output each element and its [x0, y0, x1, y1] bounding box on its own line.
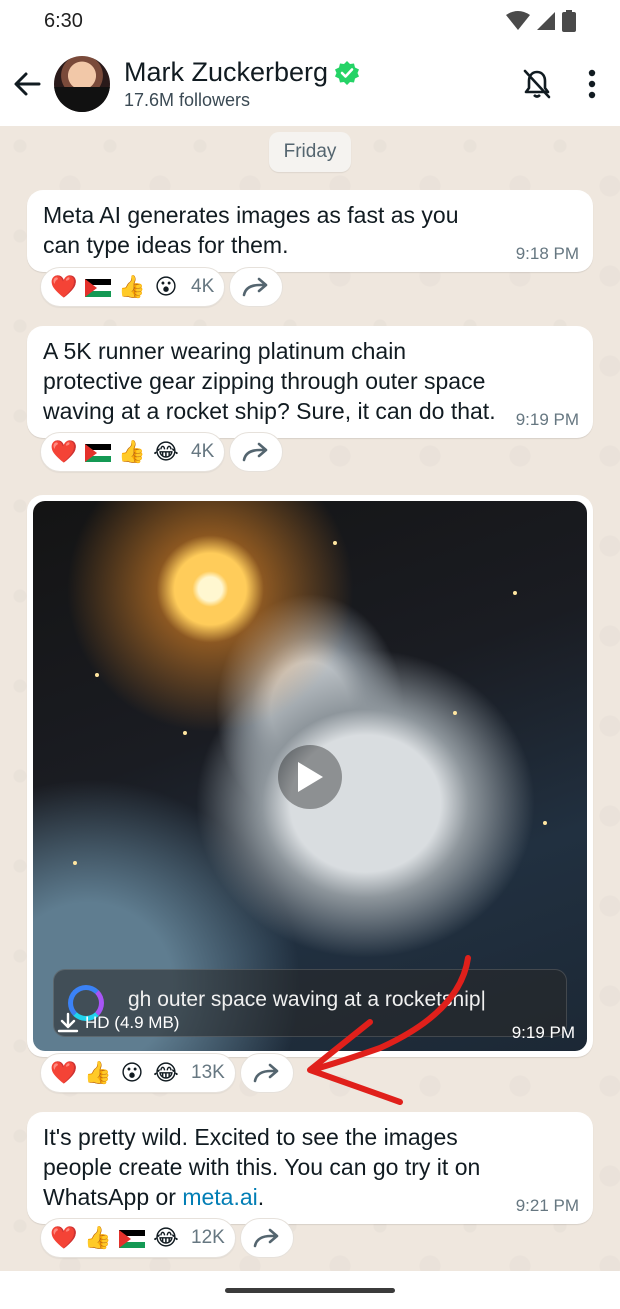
reactions-row: ❤️ 👍 😮 4K: [40, 267, 284, 307]
signal-icon: [537, 12, 555, 30]
forward-icon: [253, 1228, 279, 1248]
reactions-row: ❤️ 👍 😂 4K: [40, 432, 284, 472]
surprised-emoji-icon: 😮: [154, 274, 178, 299]
message-text: It's pretty wild. Excited to see the ima…: [43, 1122, 577, 1212]
forward-button[interactable]: [239, 1053, 294, 1093]
message-text: Meta AI generates images as fast as you …: [43, 202, 459, 258]
forward-button[interactable]: [229, 432, 284, 472]
message-bubble[interactable]: A 5K runner wearing platinum chain prote…: [27, 326, 593, 438]
star-decoration: [95, 673, 99, 677]
heart-emoji-icon: ❤️: [50, 274, 78, 299]
more-options-icon[interactable]: [588, 69, 596, 99]
channel-header: Mark Zuckerberg 17.6M followers: [0, 42, 620, 126]
heart-emoji-icon: ❤️: [50, 1225, 78, 1250]
message-time: 9:19 PM: [515, 410, 579, 429]
star-decoration: [73, 861, 77, 865]
channel-title-block[interactable]: Mark Zuckerberg 17.6M followers: [124, 57, 360, 111]
thumbs-up-emoji-icon: 👍: [84, 1225, 112, 1250]
forward-icon: [242, 277, 268, 297]
message-time: 9:18 PM: [515, 244, 579, 263]
laughing-emoji-icon: 😂: [153, 439, 179, 464]
reactions-pill[interactable]: ❤️ 👍 😂 12K: [40, 1218, 236, 1258]
annotation-arrow-icon: [307, 955, 471, 1105]
meta-ai-link[interactable]: meta.ai: [182, 1184, 257, 1210]
reaction-count: 4K: [191, 441, 215, 462]
message-bubble[interactable]: It's pretty wild. Excited to see the ima…: [27, 1112, 593, 1224]
reactions-row: ❤️ 👍 😮 😂 13K: [40, 1053, 294, 1093]
back-button[interactable]: [0, 54, 54, 114]
thumbs-up-emoji-icon: 👍: [118, 439, 146, 464]
channel-name: Mark Zuckerberg: [124, 57, 329, 87]
battery-icon: [562, 10, 576, 32]
message-text: A 5K runner wearing platinum chain prote…: [43, 338, 496, 424]
verified-badge-icon: [335, 60, 360, 85]
message-time: 9:19 PM: [511, 1023, 575, 1042]
header-actions: [522, 68, 596, 100]
thumbs-up-emoji-icon: 👍: [118, 274, 146, 299]
star-decoration: [513, 591, 517, 595]
play-button[interactable]: [278, 745, 342, 809]
reaction-count: 13K: [191, 1062, 225, 1083]
status-bar: 6:30: [0, 0, 620, 42]
heart-emoji-icon: ❤️: [50, 1060, 78, 1085]
forward-button[interactable]: [239, 1218, 294, 1258]
status-time: 6:30: [44, 9, 83, 32]
surprised-emoji-icon: 😮: [120, 1060, 144, 1085]
star-decoration: [183, 731, 187, 735]
reactions-pill[interactable]: ❤️ 👍 😂 4K: [40, 432, 226, 472]
laughing-emoji-icon: 😂: [153, 1225, 179, 1250]
home-indicator[interactable]: [225, 1287, 395, 1293]
channel-avatar[interactable]: [54, 56, 110, 112]
wifi-icon: [506, 11, 530, 30]
star-decoration: [453, 711, 457, 715]
forward-button[interactable]: [229, 267, 284, 307]
thumbs-up-emoji-icon: 👍: [84, 1060, 112, 1085]
download-hd-button[interactable]: HD (4.9 MB): [57, 1012, 179, 1034]
mute-bell-icon[interactable]: [522, 68, 552, 100]
reaction-count: 4K: [191, 276, 215, 297]
media-size: HD (4.9 MB): [85, 1013, 180, 1032]
reactions-pill[interactable]: ❤️ 👍 😮 4K: [40, 267, 226, 307]
reactions-pill[interactable]: ❤️ 👍 😮 😂 13K: [40, 1053, 236, 1093]
download-icon: [57, 1012, 79, 1033]
message-bubble[interactable]: Meta AI generates images as fast as you …: [27, 190, 593, 272]
reactions-row: ❤️ 👍 😂 12K: [40, 1218, 294, 1258]
forward-icon: [242, 442, 268, 462]
play-icon: [298, 762, 323, 792]
palestine-flag-icon: [117, 1226, 147, 1250]
chat-area[interactable]: Friday Meta AI generates images as fast …: [0, 126, 620, 1271]
message-time: 9:21 PM: [515, 1196, 579, 1215]
arrow-left-icon: [14, 72, 41, 96]
heart-emoji-icon: ❤️: [50, 439, 78, 464]
reaction-count: 12K: [191, 1227, 225, 1248]
status-icons: [506, 10, 576, 32]
follower-count: 17.6M followers: [124, 90, 251, 110]
palestine-flag-icon: [83, 275, 113, 299]
star-decoration: [333, 541, 337, 545]
message-text-part: .: [257, 1184, 265, 1210]
palestine-flag-icon: [83, 440, 113, 464]
date-chip: Friday: [269, 132, 351, 172]
laughing-emoji-icon: 😂: [153, 1060, 179, 1085]
system-nav-bar: [0, 1271, 620, 1309]
forward-icon: [253, 1063, 279, 1083]
star-decoration: [543, 821, 547, 825]
